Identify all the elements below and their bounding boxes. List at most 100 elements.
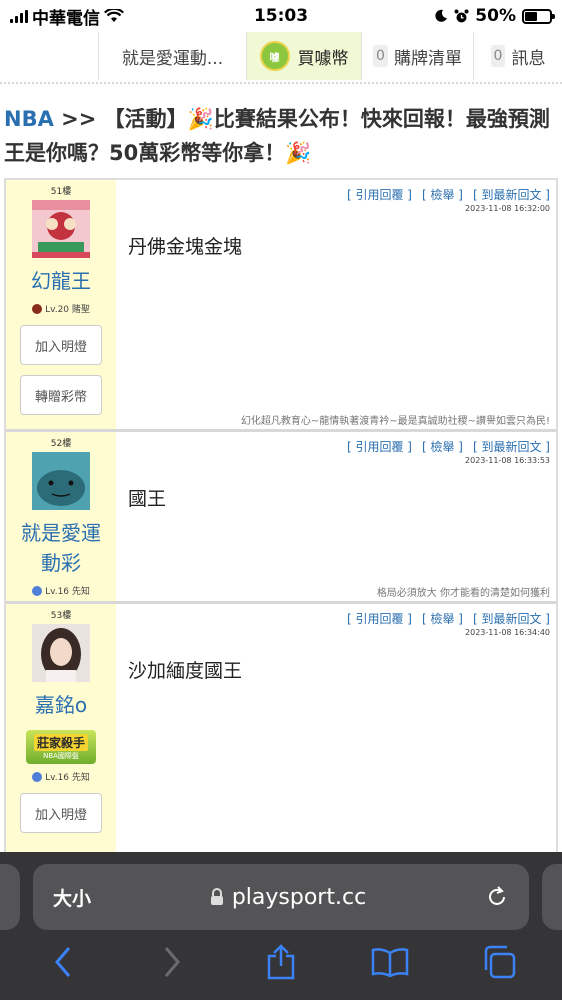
- report-link[interactable]: [ 檢舉 ]: [422, 186, 463, 203]
- post: 51樓 幻龍王 Lv.20 賭聖 加入明燈 轉贈彩幣 [ 引用回覆 ] [ 檢舉: [6, 180, 556, 432]
- share-button[interactable]: [257, 938, 305, 986]
- tab-buy-coins-label: 買噱幣: [297, 48, 349, 69]
- user-level-text: Lv.20 賭聖: [45, 305, 90, 315]
- title-tag: 【活動】: [103, 107, 188, 131]
- post: 53樓 嘉銘o 莊家殺手 NBA國際盤 Lv.16 先知 加入明燈 [ 引用回覆…: [6, 604, 556, 854]
- chevron-right-icon: [164, 947, 180, 977]
- level-icon: [32, 771, 43, 782]
- back-button[interactable]: [39, 938, 87, 986]
- tab-user-home-label: 就是愛運動...: [121, 48, 224, 69]
- username[interactable]: 就是愛運動彩: [6, 518, 116, 578]
- text-size-button[interactable]: 大小: [53, 884, 91, 911]
- quote-reply-link[interactable]: [ 引用回覆 ]: [347, 438, 412, 455]
- floor-number: 52樓: [50, 439, 72, 449]
- bookmaker-killer-badge: 莊家殺手 NBA國際盤: [26, 730, 96, 764]
- level-icon: [32, 303, 43, 314]
- next-tab-pill[interactable]: [542, 864, 562, 930]
- avatar[interactable]: [32, 624, 90, 682]
- latest-reply-link[interactable]: [ 到最新回文 ]: [473, 610, 550, 627]
- battery-fill: [525, 11, 537, 21]
- top-nav: 就是愛運動... 噱 買噱幣 0 購牌清單 0 訊息: [0, 32, 562, 80]
- post-actions: [ 引用回覆 ] [ 檢舉 ] [ 到最新回文 ]: [347, 186, 550, 203]
- safari-toolbar: [0, 936, 562, 1000]
- address-bar[interactable]: 大小 playsport.cc: [33, 864, 529, 930]
- battery-icon: [522, 8, 555, 24]
- post-author-panel: 51樓 幻龍王 Lv.20 賭聖 加入明燈 轉贈彩幣: [6, 180, 116, 429]
- nav-divider: [0, 80, 562, 84]
- add-light-button[interactable]: 加入明燈: [20, 793, 102, 833]
- post-content: [ 引用回覆 ] [ 檢舉 ] [ 到最新回文 ] 2023-11-08 16:…: [116, 432, 556, 601]
- report-link[interactable]: [ 檢舉 ]: [422, 610, 463, 627]
- user-level-text: Lv.16 先知: [45, 587, 90, 597]
- tab-messages-label: 訊息: [511, 48, 546, 69]
- badge-title: 莊家殺手: [33, 733, 88, 751]
- gift-coins-button[interactable]: 轉贈彩幣: [20, 375, 102, 415]
- post-body: 丹佛金塊金塊: [128, 236, 243, 258]
- breadcrumb-nba-link[interactable]: NBA: [4, 107, 54, 131]
- user-level: Lv.20 賭聖: [32, 302, 90, 315]
- post-author-panel: 53樓 嘉銘o 莊家殺手 NBA國際盤 Lv.16 先知 加入明燈: [6, 604, 116, 854]
- post-timestamp: 2023-11-08 16:34:40: [465, 628, 550, 637]
- party-icon: 🎉: [187, 107, 214, 131]
- report-link[interactable]: [ 檢舉 ]: [422, 438, 463, 455]
- moon-icon: [435, 9, 448, 22]
- chevron-left-icon: [54, 947, 70, 977]
- latest-reply-link[interactable]: [ 到最新回文 ]: [473, 438, 550, 455]
- breadcrumb-separator: >>: [61, 107, 97, 131]
- forward-button[interactable]: [148, 938, 196, 986]
- post: 52樓 就是愛運動彩 Lv.16 先知 [ 引用回覆 ] [ 檢舉 ] [ 到最…: [6, 432, 556, 604]
- quote-reply-link[interactable]: [ 引用回覆 ]: [347, 610, 412, 627]
- status-bar: 中華電信 15:03 50%: [0, 0, 562, 32]
- add-light-button[interactable]: 加入明燈: [20, 325, 102, 365]
- alarm-icon: [454, 9, 469, 22]
- battery-percent: 50%: [475, 6, 516, 26]
- quote-reply-link[interactable]: [ 引用回覆 ]: [347, 186, 412, 203]
- post-author-panel: 52樓 就是愛運動彩 Lv.16 先知: [6, 432, 116, 601]
- post-timestamp: 2023-11-08 16:32:00: [465, 204, 550, 213]
- user-level-text: Lv.16 先知: [45, 773, 90, 783]
- post-body: 沙加緬度國王: [128, 660, 243, 682]
- latest-reply-link[interactable]: [ 到最新回文 ]: [473, 186, 550, 203]
- book-icon: [371, 948, 409, 977]
- tab-messages[interactable]: 0 訊息: [473, 32, 562, 80]
- tabs-icon: [485, 945, 516, 979]
- user-level: Lv.16 先知: [32, 584, 90, 597]
- username[interactable]: 嘉銘o: [29, 690, 93, 720]
- floor-number: 51樓: [50, 187, 72, 197]
- status-right: 50%: [434, 6, 555, 26]
- share-icon: [267, 944, 295, 980]
- floor-number: 53樓: [50, 611, 72, 621]
- post-content: [ 引用回覆 ] [ 檢舉 ] [ 到最新回文 ] 2023-11-08 16:…: [116, 180, 556, 429]
- safari-bottom-bar: 大小 playsport.cc: [0, 852, 562, 1000]
- user-level: Lv.16 先知: [32, 770, 90, 783]
- url-text: playsport.cc: [231, 884, 367, 910]
- level-icon: [32, 585, 43, 596]
- url-display[interactable]: playsport.cc: [91, 885, 485, 910]
- bookmarks-button[interactable]: [366, 938, 414, 986]
- nav-spacer: [0, 32, 98, 80]
- avatar[interactable]: [32, 452, 90, 510]
- username[interactable]: 幻龍王: [25, 266, 97, 296]
- avatar[interactable]: [32, 200, 90, 258]
- badge-subtitle: NBA國際盤: [43, 751, 79, 760]
- coin-icon: 噱: [259, 41, 290, 71]
- tab-buy-coins[interactable]: 噱 買噱幣: [246, 32, 361, 80]
- thread-title: NBA >> 【活動】🎉比賽結果公布！快來回報！最強預測王是你嗎？50萬彩幣等你…: [4, 102, 560, 170]
- tab-user-home[interactable]: 就是愛運動...: [98, 32, 246, 80]
- post-actions: [ 引用回覆 ] [ 檢舉 ] [ 到最新回文 ]: [347, 610, 550, 627]
- cellular-signal-icon: [10, 9, 28, 23]
- tab-purchase-list-label: 購牌清單: [393, 48, 462, 69]
- post-signature: 幻化超凡教育心~龍情執著渡青衿~最是真誠助社稷~讃譽如雲只為民!: [240, 416, 550, 427]
- post-body: 國王: [128, 488, 167, 510]
- reload-icon[interactable]: [485, 885, 509, 909]
- carrier-label: 中華電信: [32, 8, 100, 29]
- coin-icon-text: 噱: [269, 52, 280, 64]
- post-content: [ 引用回覆 ] [ 檢舉 ] [ 到最新回文 ] 2023-11-08 16:…: [116, 604, 556, 854]
- lock-icon: [210, 888, 223, 905]
- post-actions: [ 引用回覆 ] [ 檢舉 ] [ 到最新回文 ]: [347, 438, 550, 455]
- tab-purchase-list[interactable]: 0 購牌清單: [361, 32, 473, 80]
- post-timestamp: 2023-11-08 16:33:53: [465, 456, 550, 465]
- tabs-button[interactable]: [475, 938, 523, 986]
- previous-tab-pill[interactable]: [0, 864, 20, 930]
- status-left: 中華電信: [10, 4, 124, 29]
